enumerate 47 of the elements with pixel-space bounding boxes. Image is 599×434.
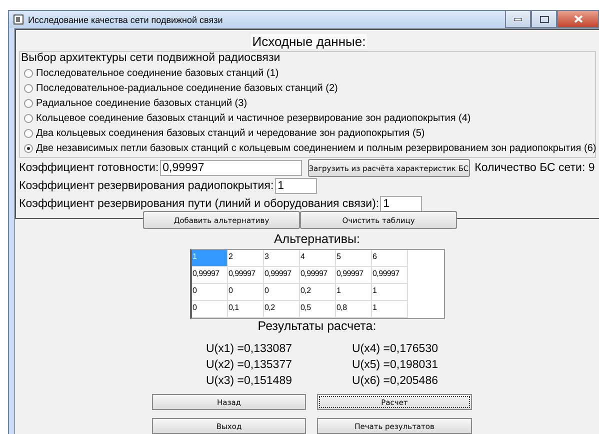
table-cell[interactable]: 0 <box>264 284 300 301</box>
table-cell[interactable]: 0 <box>228 284 264 301</box>
result-value: U(x3) =0,151489 <box>206 375 292 389</box>
table-cell[interactable]: 0,2 <box>264 301 300 318</box>
table-cell[interactable]: 0,99997 <box>264 267 300 284</box>
radio-label[interactable]: Кольцевое соединение базовых станций и частичное резервирование зон радиопокрытия (4) <box>36 113 471 124</box>
radio-label[interactable]: Последовательное-радиальное соединение базовых станций (2) <box>36 83 338 94</box>
table-cell[interactable]: 0,99997 <box>300 267 336 284</box>
table-cell[interactable]: 5 <box>336 250 372 267</box>
table-cell[interactable]: 1 <box>336 284 372 301</box>
table-cell[interactable]: 0 <box>192 301 228 318</box>
table-cell[interactable]: 1 <box>372 284 408 301</box>
result-value: U(x6) =0,205486 <box>352 375 438 389</box>
result-value: U(x1) =0,133087 <box>206 343 292 357</box>
table-cell[interactable]: 6 <box>372 250 408 267</box>
table-cell[interactable]: 0,99997 <box>372 267 408 284</box>
table-cell[interactable]: 4 <box>300 250 336 267</box>
section-heading: Результаты расчета: <box>258 319 376 333</box>
window-title: Исследование качества сети подвижной связи <box>28 14 224 24</box>
input-field[interactable]: 1 <box>274 178 317 194</box>
radio-label[interactable]: Последовательное соединение базовых станций (1) <box>36 68 279 79</box>
field-label: Коэффициент резервирования радиопокрытия: <box>19 180 274 192</box>
radio-label[interactable]: Два кольцевых соединения базовых станций и чередование зон радиопокрытия (5) <box>36 128 425 139</box>
field-label: Коэффициент резервирования пути (линий и оборудования связи): <box>19 198 380 210</box>
table-cell[interactable]: 0,99997 <box>336 267 372 284</box>
groupbox-title: Выбор архитектуры сети подвижной радиосвязи <box>21 52 280 64</box>
table-cell[interactable]: 0,8 <box>336 301 372 318</box>
table-cell[interactable]: 0,1 <box>228 301 264 318</box>
result-value: U(x5) =0,198031 <box>352 359 438 373</box>
table-cell[interactable]: 1 <box>372 301 408 318</box>
input-field[interactable]: 0,99997 <box>160 160 302 176</box>
table-cell[interactable]: 0,5 <box>300 301 336 318</box>
section-heading: Альтернативы: <box>274 232 360 246</box>
radio-label[interactable]: Радиальное соединение базовых станций (3) <box>36 98 248 109</box>
panel-heading: Исходные данные: <box>251 34 367 49</box>
table-cell[interactable]: 2 <box>228 250 264 267</box>
table-cell[interactable]: 3 <box>264 250 300 267</box>
table-cell[interactable]: 0,99997 <box>192 267 228 284</box>
radio-label[interactable]: Две независимых петли базовых станций с кольцевым соединением и полным резервированием зон радиопокрытия (6) <box>36 143 596 154</box>
field-label: Коэффициент готовности: <box>19 162 159 174</box>
station-count-label: Количество БС сети: 9 <box>474 162 595 174</box>
input-field[interactable]: 1 <box>380 196 422 212</box>
table-cell[interactable]: 0,99997 <box>228 267 264 284</box>
result-value: U(x4) =0,176530 <box>352 343 438 357</box>
result-value: U(x2) =0,135377 <box>206 359 292 373</box>
table-cell[interactable]: 0 <box>192 284 228 301</box>
table-cell[interactable]: 0,2 <box>300 284 336 301</box>
